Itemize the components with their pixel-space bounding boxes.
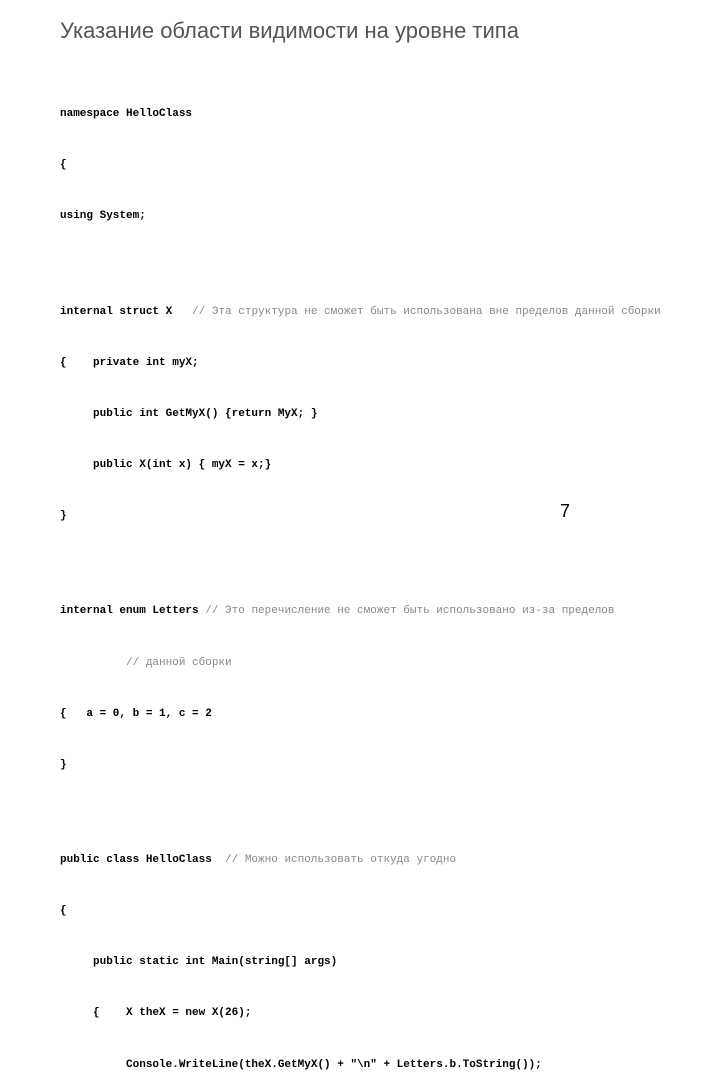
code-line: public static int Main(string[] args) <box>60 954 680 971</box>
code-text: namespace HelloClass <box>60 108 192 120</box>
code-comment: // данной сборки <box>60 657 232 669</box>
code-line: // данной сборки <box>60 655 680 672</box>
code-text: { a = 0, b = 1, c = 2 <box>60 708 212 720</box>
code-text: { X theX = new X(26); <box>60 1007 251 1019</box>
code-gap <box>60 808 680 818</box>
code-line: internal struct X // Эта структура не см… <box>60 304 680 321</box>
page-number: 7 <box>560 501 570 522</box>
slide: Указание области видимости на уровне тип… <box>0 0 720 1080</box>
code-comment: // Эта структура не сможет быть использо… <box>192 306 661 318</box>
code-text: { private int myX; <box>60 357 199 369</box>
code-text: Console.WriteLine(theX.GetMyX() + "\n" +… <box>60 1059 542 1071</box>
code-text: { <box>60 159 67 171</box>
code-line: { <box>60 903 680 920</box>
code-text: public class HelloClass <box>60 854 225 866</box>
code-line: namespace HelloClass <box>60 106 680 123</box>
code-line: public X(int x) { myX = x;} <box>60 457 680 474</box>
code-line: using System; <box>60 208 680 225</box>
code-text: } <box>60 759 67 771</box>
code-text: internal struct X <box>60 306 192 318</box>
code-block: namespace HelloClass { using System; int… <box>60 72 680 1080</box>
code-line: public int GetMyX() {return MyX; } <box>60 406 680 423</box>
code-line: } <box>60 508 680 525</box>
code-line: } <box>60 757 680 774</box>
code-text: using System; <box>60 210 146 222</box>
code-text: internal enum Letters <box>60 605 205 617</box>
code-text: public X(int x) { myX = x;} <box>60 459 271 471</box>
code-gap <box>60 559 680 569</box>
code-text: } <box>60 510 67 522</box>
code-text: { <box>60 905 67 917</box>
code-line: { a = 0, b = 1, c = 2 <box>60 706 680 723</box>
code-text: public static int Main(string[] args) <box>60 956 337 968</box>
code-text: public int GetMyX() {return MyX; } <box>60 408 317 420</box>
code-comment: // Это перечисление не сможет быть испол… <box>205 605 614 617</box>
slide-title: Указание области видимости на уровне тип… <box>60 18 680 44</box>
code-line: Console.WriteLine(theX.GetMyX() + "\n" +… <box>60 1057 680 1074</box>
code-line: { <box>60 157 680 174</box>
code-comment: // Можно использовать откуда угодно <box>225 854 456 866</box>
code-line: internal enum Letters // Это перечислени… <box>60 603 680 620</box>
code-line: { X theX = new X(26); <box>60 1005 680 1022</box>
code-line: { private int myX; <box>60 355 680 372</box>
code-gap <box>60 260 680 270</box>
code-line: public class HelloClass // Можно использ… <box>60 852 680 869</box>
